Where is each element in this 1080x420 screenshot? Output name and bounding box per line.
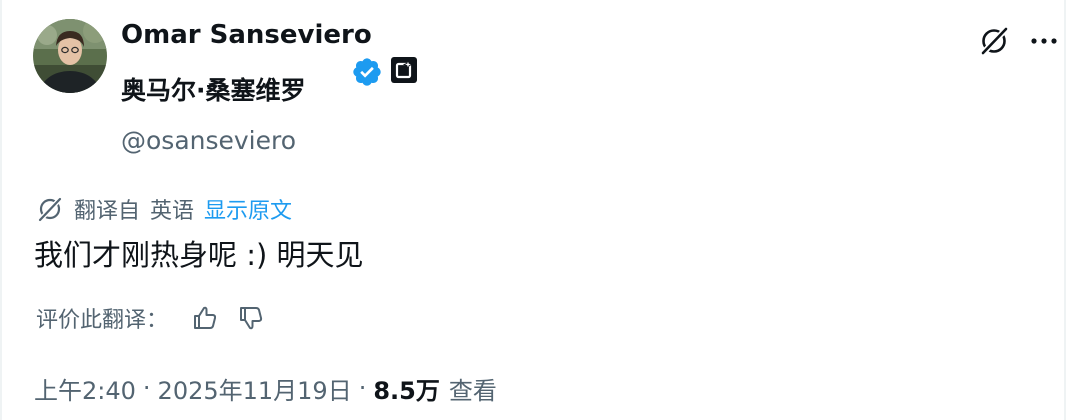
tweet-metadata: 上午2:40 · 2025年11月19日 · 8.5万 查看 xyxy=(34,370,497,406)
grok-icon[interactable] xyxy=(976,23,1012,59)
separator-dot: · xyxy=(358,374,367,402)
avatar[interactable] xyxy=(33,19,107,93)
views-count: 8.5万 xyxy=(373,376,440,405)
affiliate-badge-icon[interactable] xyxy=(390,56,418,84)
author-display-name-localized[interactable]: 奥马尔·桑塞维罗 xyxy=(121,71,306,107)
translate-icon xyxy=(38,197,62,222)
rate-translation-bar: 评价此翻译： xyxy=(36,302,266,334)
rate-translation-label: 评价此翻译： xyxy=(36,308,169,333)
separator-dot: · xyxy=(142,374,151,402)
tweet-date[interactable]: 2025年11月19日 xyxy=(158,371,352,406)
thumbs-up-icon[interactable] xyxy=(190,303,220,333)
show-original-link[interactable]: 显示原文 xyxy=(204,193,292,225)
translation-bar: 翻译自 英语 显示原文 xyxy=(36,193,292,225)
source-language: 英语 xyxy=(150,199,195,224)
thumbs-down-icon[interactable] xyxy=(236,303,266,333)
right-border xyxy=(1064,0,1066,420)
author-handle[interactable]: @osanseviero xyxy=(121,126,296,155)
tweet-text: 我们才刚热身呢 :) 明天见 xyxy=(34,238,364,272)
author-display-name[interactable]: Omar Sanseviero xyxy=(121,20,372,50)
avatar-image xyxy=(33,19,107,93)
left-border xyxy=(0,0,2,420)
verified-badge-icon[interactable] xyxy=(351,56,383,88)
translated-from-label: 翻译自 xyxy=(74,199,141,224)
more-options-icon[interactable] xyxy=(1026,23,1062,59)
views-label: 查看 xyxy=(448,376,497,405)
tweet-time[interactable]: 上午2:40 xyxy=(34,371,136,406)
